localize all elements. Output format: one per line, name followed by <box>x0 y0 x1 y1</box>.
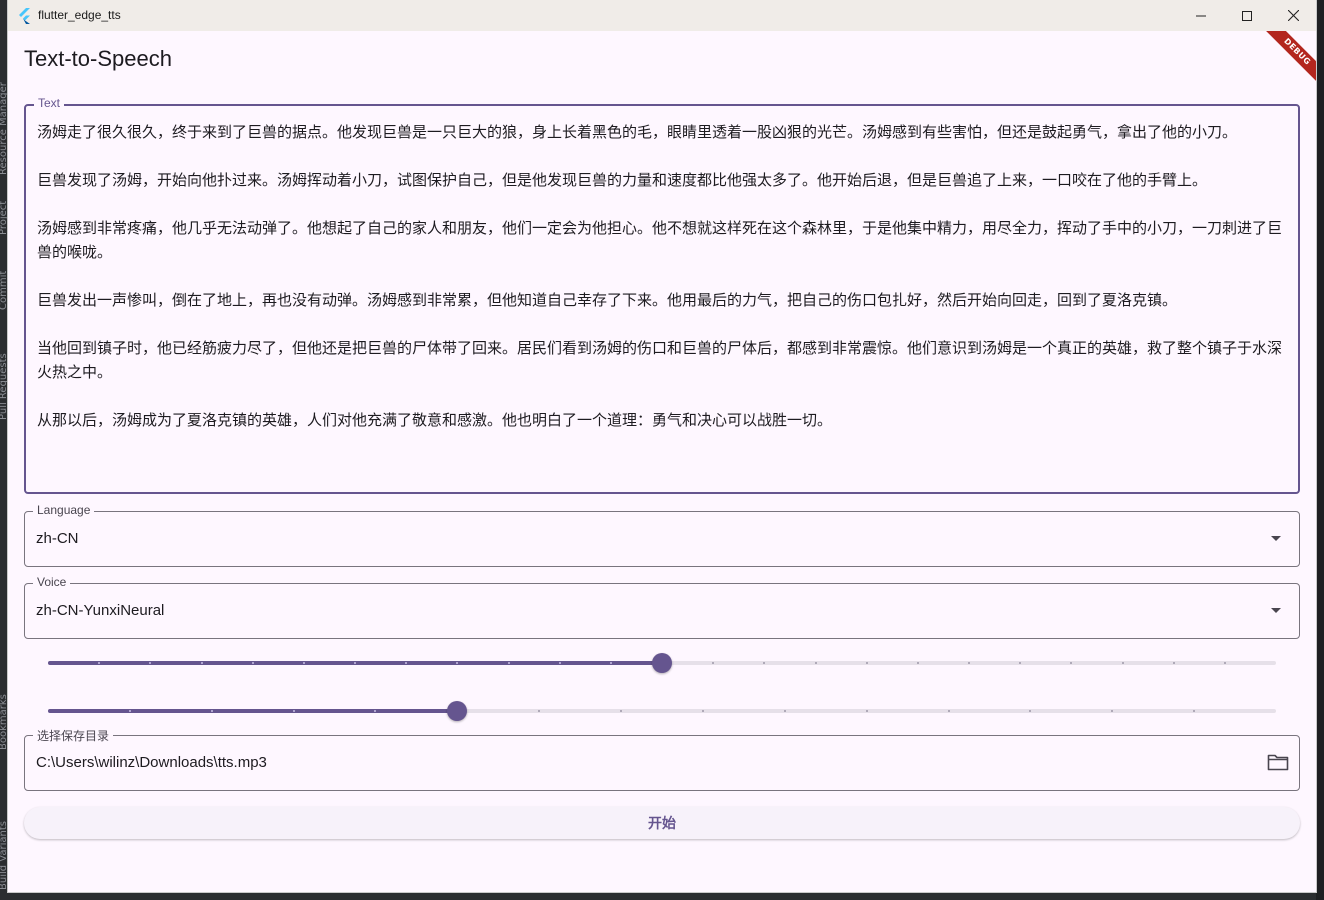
save-path-value[interactable]: C:\Users\wilinz\Downloads\tts.mp3 <box>36 754 267 771</box>
page-title: Text-to-Speech <box>24 46 172 71</box>
minimize-button[interactable] <box>1178 0 1224 31</box>
slider-tick <box>292 710 295 712</box>
maximize-button[interactable] <box>1224 0 1270 31</box>
slider-tick <box>1121 662 1124 664</box>
text-field-label: Text <box>34 96 65 110</box>
maximize-icon <box>1242 10 1252 21</box>
flutter-logo-icon <box>19 8 30 24</box>
dropdown-arrow-icon[interactable] <box>1271 536 1281 541</box>
ide-sidebar-background: Resource Manager Project Commit Pull Req… <box>0 0 9 900</box>
slider-thumb[interactable] <box>652 653 672 673</box>
debug-banner: DEBUG <box>1256 31 1316 91</box>
save-path-label: 选择保存目录 <box>33 727 114 744</box>
slider-tick <box>210 710 213 712</box>
slider-tick <box>814 662 817 664</box>
slider-tick <box>916 662 919 664</box>
slider-tick <box>701 710 704 712</box>
save-path-field[interactable]: 选择保存目录 C:\Users\wilinz\Downloads\tts.mp3 <box>24 727 1300 791</box>
text-input-field[interactable]: Text 汤姆走了很久很久，终于来到了巨兽的据点。他发现巨兽是一只巨大的狼，身上… <box>24 96 1300 494</box>
window-titlebar[interactable]: flutter_edge_tts <box>8 0 1316 31</box>
slider-tick <box>507 662 510 664</box>
debug-banner-label: DEBUG <box>1260 31 1316 89</box>
slider-tick <box>947 710 950 712</box>
folder-icon[interactable] <box>1267 753 1289 771</box>
close-icon <box>1287 10 1299 21</box>
voice-value: zh-CN-YunxiNeural <box>36 602 165 619</box>
voice-dropdown[interactable]: Voice zh-CN-YunxiNeural <box>24 575 1300 639</box>
slider-tick <box>1172 662 1175 664</box>
slider-tick <box>968 662 970 664</box>
language-value: zh-CN <box>36 530 79 547</box>
start-button[interactable]: 开始 <box>24 807 1300 839</box>
slider-tick <box>783 710 786 712</box>
slider-tick <box>128 710 131 712</box>
slider-tick <box>609 662 612 664</box>
language-dropdown[interactable]: Language zh-CN <box>24 503 1300 567</box>
slider-thumb[interactable] <box>447 701 468 721</box>
app-window: flutter_edge_tts Text-to-Speech DEBUG Te… <box>8 0 1316 892</box>
voice-label: Voice <box>33 575 71 589</box>
close-button[interactable] <box>1270 0 1316 31</box>
slider-tick <box>302 662 305 664</box>
slider-tick <box>865 710 868 712</box>
slider-active-track <box>48 709 458 713</box>
slider-tick <box>1223 662 1226 664</box>
ide-editor-edge <box>1316 0 1324 900</box>
slider-tick <box>865 662 868 664</box>
slider-tick <box>354 662 356 664</box>
dropdown-arrow-icon[interactable] <box>1271 608 1281 613</box>
slider-tick <box>251 662 254 664</box>
language-label: Language <box>33 503 95 517</box>
rate-slider[interactable] <box>48 653 1276 673</box>
text-field-value[interactable]: 汤姆走了很久很久，终于来到了巨兽的据点。他发现巨兽是一只巨大的狼，身上长着黑色的… <box>37 120 1286 432</box>
minimize-icon <box>1196 15 1206 16</box>
slider-tick <box>200 662 203 664</box>
slider-tick <box>558 662 561 664</box>
window-title: flutter_edge_tts <box>38 8 121 22</box>
volume-slider[interactable] <box>48 701 1276 721</box>
